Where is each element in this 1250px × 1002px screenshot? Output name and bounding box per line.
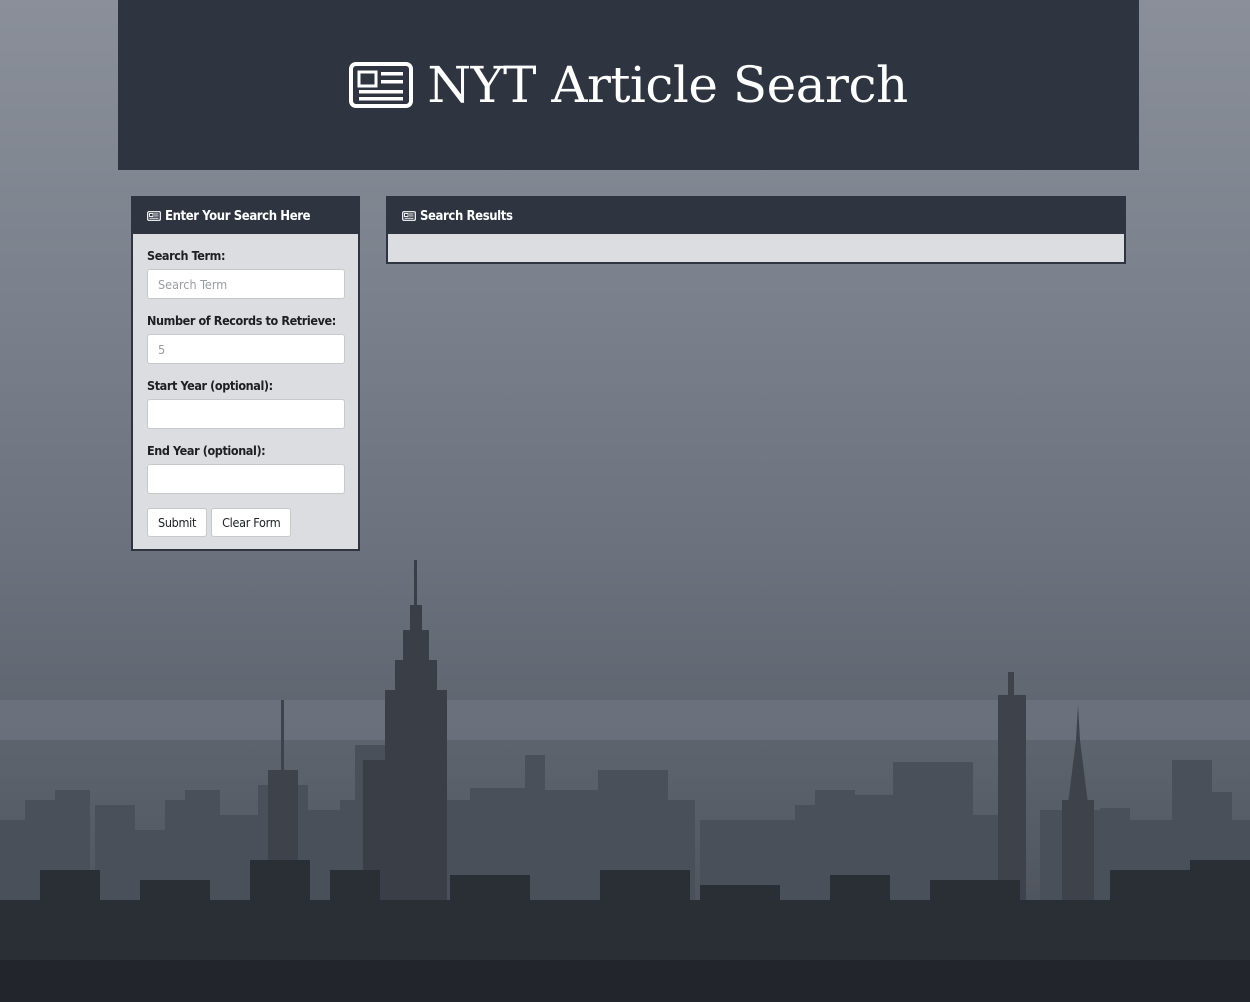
end-year-label: End Year (optional): — [147, 443, 266, 458]
search-term-label: Search Term: — [147, 248, 226, 263]
num-records-label: Number of Records to Retrieve: — [147, 313, 336, 328]
num-records-field-group: Number of Records to Retrieve: — [147, 313, 345, 364]
search-panel: Enter Your Search Here Search Term: Numb… — [131, 196, 360, 551]
page-header: NYT Article Search — [118, 0, 1139, 170]
newspaper-icon — [349, 62, 414, 108]
results-panel: Search Results — [386, 196, 1126, 264]
search-panel-title: Enter Your Search Here — [165, 208, 311, 224]
search-term-input[interactable] — [147, 269, 345, 299]
end-year-input[interactable] — [147, 464, 345, 494]
submit-button[interactable]: Submit — [147, 508, 208, 537]
newspaper-icon — [402, 211, 416, 221]
results-panel-heading: Search Results — [388, 198, 1124, 234]
search-form: Search Term: Number of Records to Retrie… — [133, 234, 358, 551]
clear-form-button[interactable]: Clear Form — [211, 508, 292, 537]
page-title: NYT Article Search — [427, 56, 908, 114]
form-buttons: Submit Clear Form — [147, 508, 344, 537]
newspaper-icon — [147, 211, 161, 221]
num-records-input[interactable] — [147, 334, 345, 364]
end-year-field-group: End Year (optional): — [147, 443, 345, 494]
start-year-field-group: Start Year (optional): — [147, 378, 345, 429]
results-panel-title: Search Results — [420, 208, 513, 224]
search-panel-heading: Enter Your Search Here — [133, 198, 358, 234]
start-year-label: Start Year (optional): — [147, 378, 273, 393]
search-term-field-group: Search Term: — [147, 248, 345, 299]
start-year-input[interactable] — [147, 399, 345, 429]
